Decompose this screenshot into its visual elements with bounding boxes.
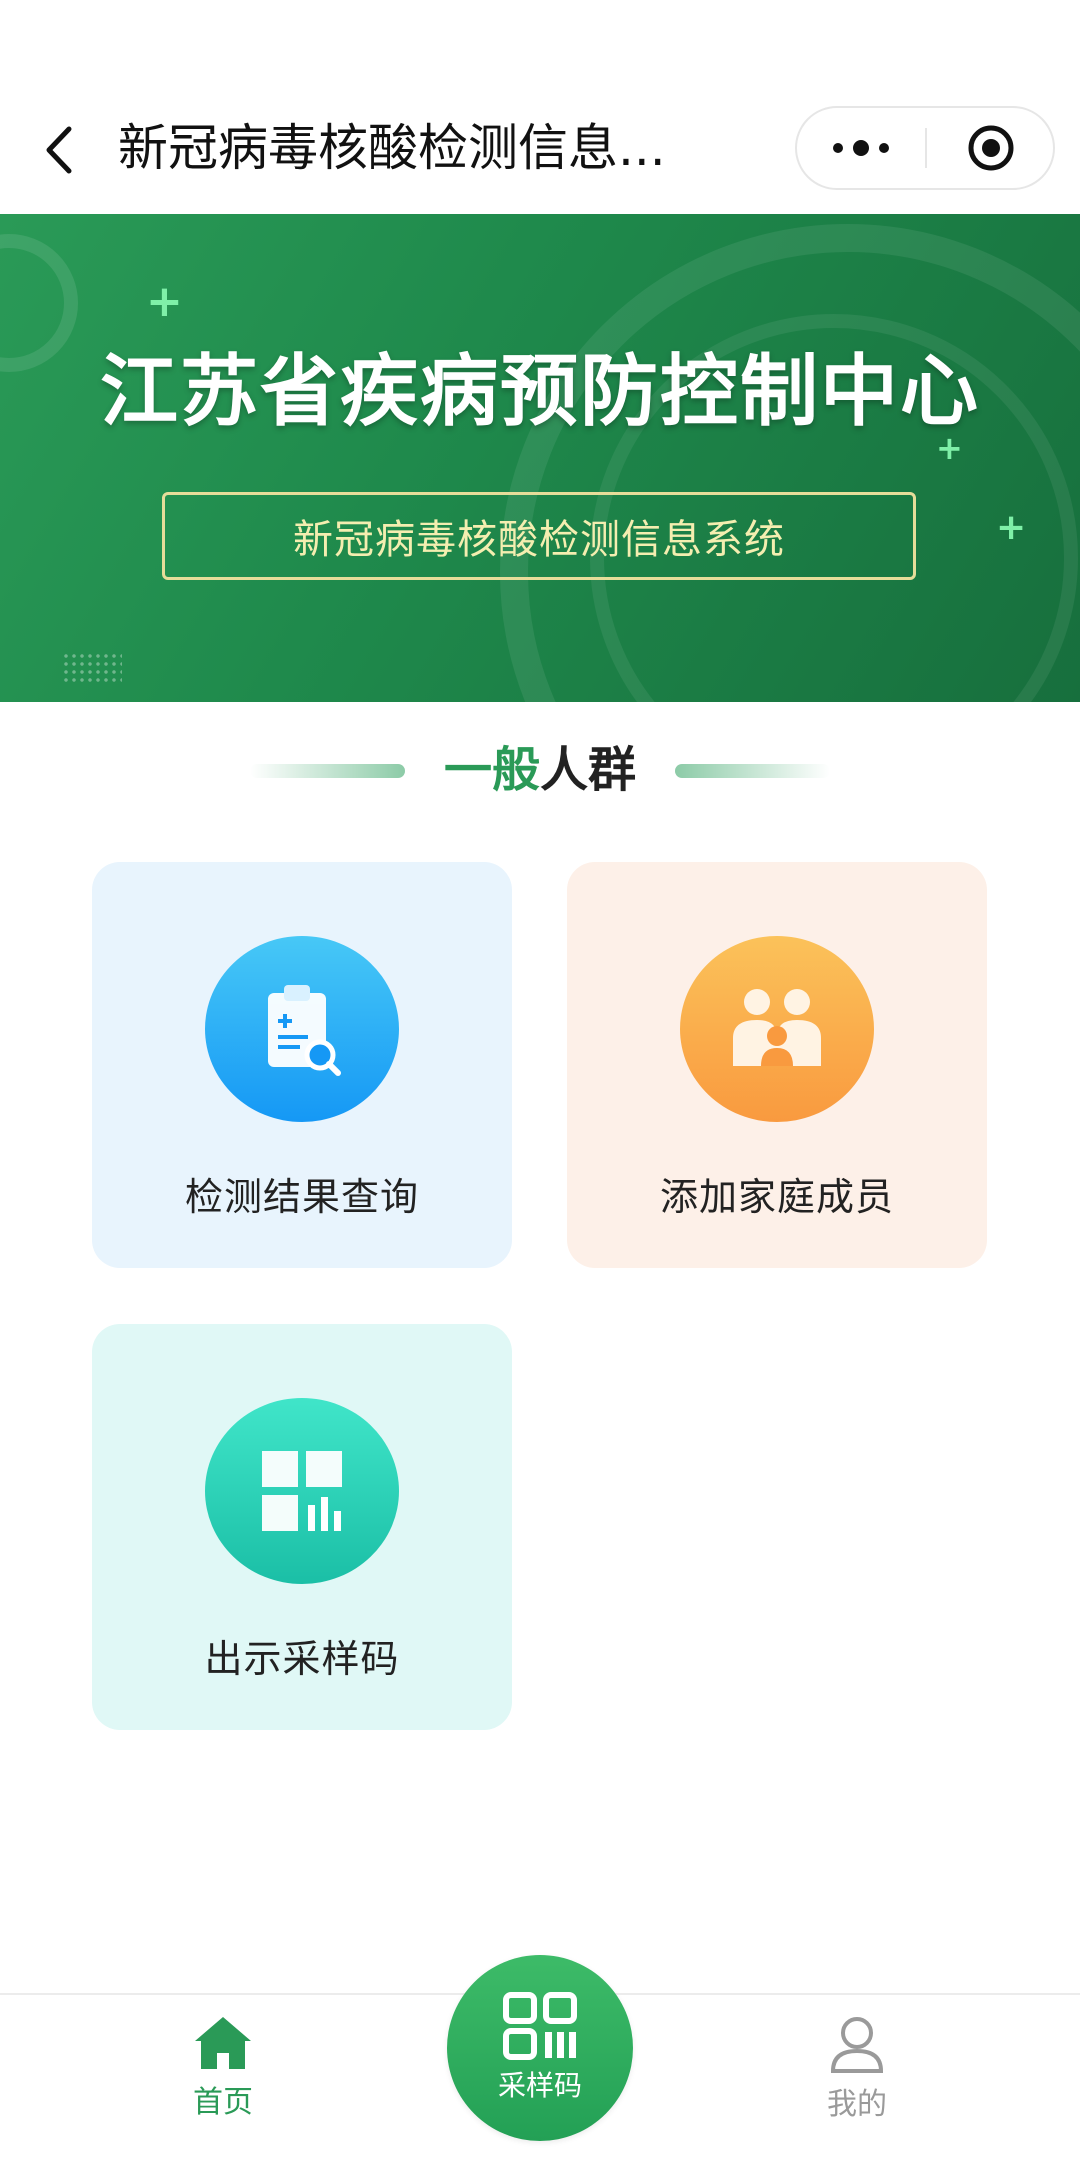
more-dot-icon — [833, 143, 843, 153]
more-button[interactable] — [797, 108, 925, 188]
result-query-card[interactable]: 检测结果查询 — [92, 862, 512, 1268]
card-label: 出示采样码 — [204, 1637, 400, 1681]
more-dot-icon — [853, 140, 869, 156]
decorative-dots — [62, 652, 122, 682]
plus-icon: + — [146, 276, 183, 327]
sampling-code-label: 采样码 — [497, 2069, 582, 2102]
section-title-accent: 一般 — [443, 742, 540, 798]
sampling-code-button[interactable]: 采样码 — [447, 1955, 633, 2141]
back-button[interactable] — [36, 118, 80, 182]
card-label: 检测结果查询 — [184, 1175, 419, 1219]
show-sampling-code-card[interactable]: 出示采样码 — [92, 1324, 512, 1730]
tab-home-label: 首页 — [193, 2085, 253, 2120]
user-icon — [830, 2017, 884, 2073]
mini-program-capsule — [795, 106, 1055, 190]
plus-icon: + — [996, 507, 1027, 548]
section-line-right — [675, 764, 830, 778]
more-dot-icon — [879, 143, 889, 153]
section-header: 一般人群 — [0, 730, 1080, 810]
page-title: 新冠病毒核酸检测信息... — [118, 119, 666, 177]
card-label: 添加家庭成员 — [659, 1175, 894, 1219]
section-line-left — [250, 764, 405, 778]
target-close-icon — [968, 125, 1014, 171]
family-icon — [680, 936, 874, 1122]
add-family-member-card[interactable]: 添加家庭成员 — [567, 862, 987, 1268]
banner-title: 江苏省疾病预防控制中心 — [99, 347, 980, 437]
chevron-left-icon — [46, 126, 72, 174]
tab-mine[interactable]: 我的 — [757, 2015, 957, 2145]
section-title: 一般人群 — [430, 740, 650, 800]
banner-subtitle: 新冠病毒核酸检测信息系统 — [293, 517, 785, 563]
tab-home[interactable]: 首页 — [123, 2015, 323, 2145]
grid-chart-icon — [205, 1398, 399, 1584]
home-icon — [195, 2017, 251, 2069]
qr-code-icon — [503, 1992, 577, 2060]
banner: + + + 江苏省疾病预防控制中心 新冠病毒核酸检测信息系统 — [0, 214, 1080, 702]
banner-subtitle-frame: 新冠病毒核酸检测信息系统 — [162, 492, 916, 580]
tab-mine-label: 我的 — [827, 2087, 887, 2122]
section-title-rest: 人群 — [540, 742, 637, 798]
navigation-bar: 新冠病毒核酸检测信息... — [0, 0, 1080, 214]
clipboard-search-icon — [205, 936, 399, 1122]
close-mini-program-button[interactable] — [927, 108, 1055, 188]
